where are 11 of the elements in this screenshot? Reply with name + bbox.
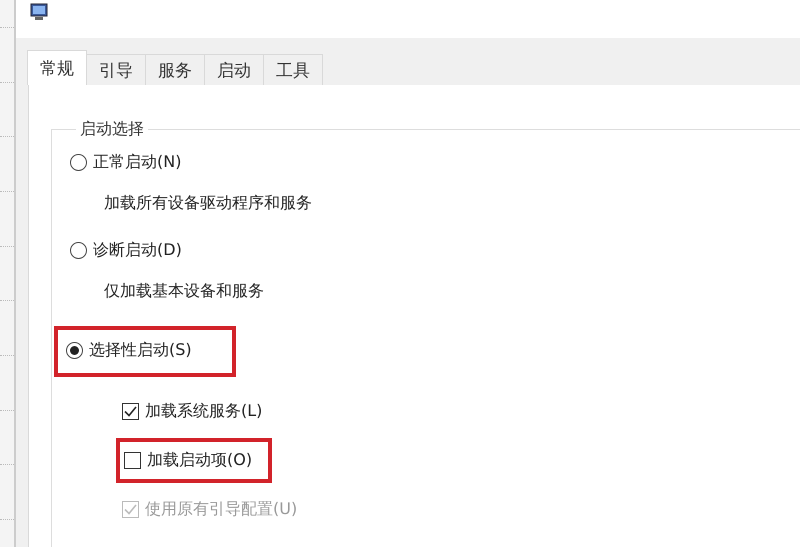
- option-description: 仅加载基本设备和服务: [104, 281, 265, 302]
- radio-option[interactable]: 正常启动(N): [70, 152, 182, 173]
- radio-option[interactable]: 诊断启动(D): [70, 240, 182, 261]
- computer-icon: [29, 2, 49, 22]
- checkbox-option[interactable]: 加载系统服务(L): [122, 401, 262, 422]
- tab[interactable]: 工具: [263, 54, 323, 85]
- group-title: 启动选择: [79, 119, 145, 140]
- radio-option[interactable]: 选择性启动(S): [66, 340, 192, 361]
- option-description: 加载所有设备驱动程序和服务: [104, 193, 313, 214]
- checkbox-option[interactable]: 加载启动项(O): [124, 450, 252, 471]
- tab[interactable]: 常规: [27, 50, 87, 85]
